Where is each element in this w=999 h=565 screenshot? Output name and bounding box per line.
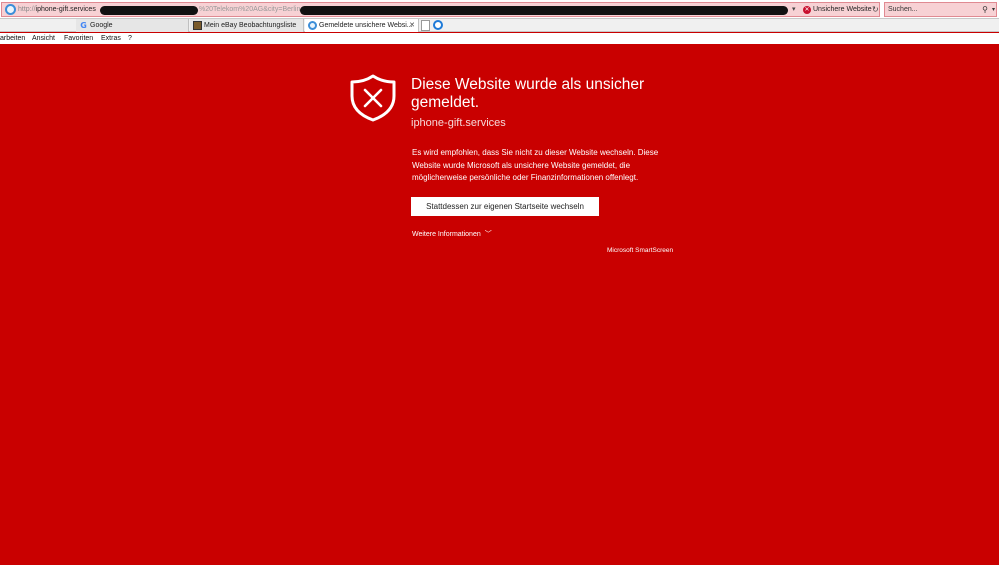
address-bar-row: http://iphone-gift.services %20Telekom%2… (0, 0, 999, 19)
tab-label: Mein eBay Beobachtungsliste (204, 22, 297, 29)
search-dropdown-icon[interactable]: ▾ (992, 4, 995, 15)
ebay-icon (193, 21, 202, 30)
warning-description: Es wird empfohlen, dass Sie nicht zu die… (412, 148, 659, 182)
url-domain: iphone-gift.services (35, 6, 96, 13)
menu-bar: arbeiten Ansicht Favoriten Extras ? (0, 33, 999, 44)
search-placeholder: Suchen... (888, 6, 918, 13)
address-dropdown-icon[interactable]: ▾ (792, 4, 796, 15)
google-icon: G (80, 21, 87, 30)
address-bar[interactable]: http://iphone-gift.services %20Telekom%2… (1, 2, 880, 17)
tab-label: Gemeldete unsichere Websi... (319, 22, 413, 29)
ie-icon (308, 21, 317, 30)
more-info-link[interactable]: Weitere Informationen ﹀ (412, 229, 492, 241)
unsafe-site-icon[interactable]: ✕ (803, 6, 811, 14)
smartscreen-warning-page: Diese Website wurde als unsicher gemelde… (0, 44, 999, 565)
shield-warning-icon (350, 74, 396, 122)
search-input[interactable]: Suchen... ⚲ ▾ (884, 2, 997, 17)
url-text[interactable]: http://iphone-gift.services (18, 4, 96, 15)
tab-label: Google (90, 22, 113, 29)
menu-view[interactable]: Ansicht (32, 33, 55, 44)
redaction-scribble (300, 6, 788, 15)
redaction-scribble (100, 6, 198, 15)
ie-page-icon (5, 4, 16, 15)
warning-title: Diese Website wurde als unsicher gemelde… (411, 76, 645, 111)
refresh-icon[interactable]: ↻ (872, 4, 879, 15)
more-info-label: Weitere Informationen (412, 231, 481, 238)
search-icon[interactable]: ⚲ (982, 4, 988, 15)
security-status[interactable]: Unsichere Website (813, 4, 872, 15)
menu-favorites[interactable]: Favoriten (64, 33, 93, 44)
new-tab-icon[interactable] (421, 20, 430, 31)
menu-edit[interactable]: arbeiten (0, 33, 25, 44)
tab-google[interactable]: G Google (76, 19, 189, 32)
smartscreen-brand: Microsoft SmartScreen (607, 247, 674, 254)
url-prefix: http:// (18, 6, 36, 13)
url-tail: %20Telekom%20AG&city=Berlin (199, 6, 301, 13)
warning-domain: iphone-gift.services (411, 117, 506, 129)
close-tab-icon[interactable]: ✕ (409, 19, 415, 32)
tab-unsafe-site[interactable]: Gemeldete unsichere Websi... ✕ (305, 19, 419, 32)
tab-ebay[interactable]: Mein eBay Beobachtungsliste (190, 19, 304, 32)
ie-new-window-icon[interactable] (433, 20, 443, 30)
chevron-down-icon: ﹀ (484, 231, 492, 238)
tab-bar: G Google Mein eBay Beobachtungsliste Gem… (0, 19, 999, 32)
go-to-homepage-button[interactable]: Stattdessen zur eigenen Startseite wechs… (411, 197, 599, 216)
menu-help[interactable]: ? (128, 33, 132, 44)
menu-tools[interactable]: Extras (101, 33, 121, 44)
